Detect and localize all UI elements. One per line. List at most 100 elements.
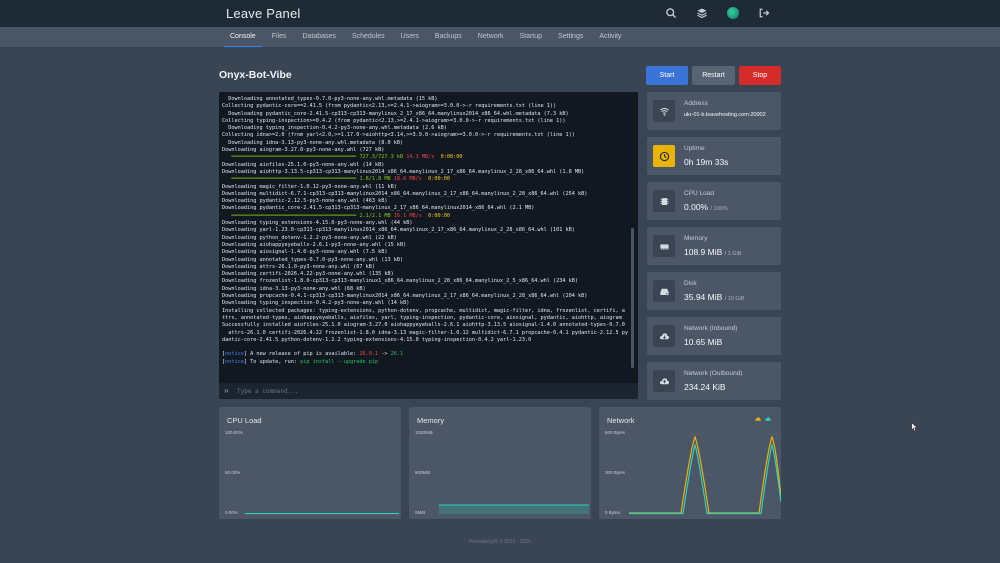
- progress-eta: 0:00:00: [425, 176, 451, 183]
- progress-eta: 0:00:00: [425, 212, 451, 219]
- tab-settings[interactable]: Settings: [550, 27, 591, 47]
- console-output[interactable]: Downloading annotated_types-0.7.0-py3-no…: [222, 96, 628, 376]
- progress-speed: 14.3 MB/s: [406, 154, 438, 161]
- stat-unit: / 10 GiB: [724, 296, 745, 302]
- logout-icon[interactable]: [757, 6, 771, 20]
- stat-label: Uptime: [684, 145, 705, 152]
- search-icon[interactable]: [664, 6, 678, 20]
- tab-databases[interactable]: Databases: [294, 27, 343, 47]
- stat-value: 10.65 MiB: [684, 337, 723, 347]
- console-line: ━━━━━━━━━━━━━━━━━━━━━━━━━━━━━━━━━━━━━━━━…: [222, 213, 628, 220]
- cloud-upload-icon: [653, 370, 675, 392]
- console-line: [notice] A new release of pip is availab…: [222, 351, 628, 358]
- cpu-graph: CPU Load 100.00% 50.00% 0.00%: [219, 407, 401, 519]
- console-line: Downloading typing_inspection-0.4.2-py3-…: [222, 300, 410, 307]
- cpu-icon: [653, 190, 675, 212]
- console-line: Downloading typing_extensions-4.15.0-py3…: [222, 220, 413, 227]
- console-line: Downloading pydantic_core-2.41.5-cp313-c…: [222, 110, 569, 117]
- footer-copyright: Pterodactyl® © 2015 - 2026: [469, 539, 531, 545]
- console-line: Downloading magic_filter-1.0.12-py3-none…: [222, 183, 397, 190]
- console-line: ttrs, annotated-types, aiohappyeyeballs,…: [222, 314, 622, 321]
- stat-value-group: 35.94 MiB / 10 GiB: [684, 292, 745, 302]
- stat-value[interactable]: ukr-01-b.leavehosting.com:20002: [684, 112, 766, 118]
- cloud-download-icon: [653, 325, 675, 347]
- top-actions: [664, 6, 771, 20]
- clock-icon: [653, 145, 675, 167]
- stat-address: Address ukr-01-b.leavehosting.com:20002: [647, 92, 781, 130]
- console-line: ━━━━━━━━━━━━━━━━━━━━━━━━━━━━━━━━━━━━━━━━…: [222, 154, 628, 161]
- stat-label: Address: [684, 100, 708, 107]
- stat-label: CPU Load: [684, 190, 714, 197]
- top-navbar: Leave Panel: [0, 0, 1000, 27]
- server-name: Onyx-Bot-Vibe: [219, 69, 292, 81]
- console-line: Downloading yarl-1.23.0-cp313-cp313-many…: [222, 227, 575, 234]
- console-line: ━━━━━━━━━━━━━━━━━━━━━━━━━━━━━━━━━━━━━━━━…: [222, 176, 628, 183]
- network-graph: Network 600 Bytes 300 Bytes 0 Bytes: [599, 407, 781, 519]
- progress-bar: ━━━━━━━━━━━━━━━━━━━━━━━━━━━━━━━━━━━━━━━━: [231, 176, 360, 183]
- console-line: Collecting typing-inspection>=0.4.2 (fro…: [222, 117, 566, 124]
- tab-startup[interactable]: Startup: [511, 27, 550, 47]
- progress-speed: 18.6 MB/s: [393, 176, 426, 183]
- progress-amount: 727.3/727.3 kB: [359, 154, 407, 161]
- console-line: Downloading aiofiles-25.1.0-py3-none-any…: [222, 161, 385, 168]
- console-line: [notice] To update, run: pip install --u…: [222, 359, 628, 366]
- stat-network-inbound: Network (Inbound) 10.65 MiB: [647, 317, 781, 355]
- progress-bar: ━━━━━━━━━━━━━━━━━━━━━━━━━━━━━━━━━━━━━━━━: [231, 154, 360, 161]
- stat-value: 0.00%: [684, 202, 709, 212]
- brand-title[interactable]: Leave Panel: [226, 6, 300, 21]
- console-line: Downloading idna-3.13-py3-none-any.whl.m…: [222, 139, 404, 146]
- stop-button[interactable]: Stop: [739, 66, 781, 85]
- stat-value: 108.9 MiB: [684, 247, 723, 257]
- console-line: Downloading annotated_types-0.7.0-py3-no…: [222, 96, 438, 102]
- console-line: Installing collected packages: typing-ex…: [222, 307, 625, 314]
- restart-button[interactable]: Restart: [692, 66, 735, 85]
- console-line: Downloading idna-3.13-py3-none-any.whl (…: [222, 285, 366, 292]
- notice-text: ] A new release of pip is available:: [243, 351, 360, 358]
- console-indent: [222, 176, 231, 182]
- console-scrollbar[interactable]: [631, 228, 634, 368]
- layers-icon[interactable]: [695, 6, 709, 20]
- console-line: Downloading aiohappyeyeballs-2.6.1-py3-n…: [222, 241, 407, 248]
- avatar[interactable]: [726, 6, 740, 20]
- wifi-icon: [653, 100, 675, 122]
- command-bar: »: [219, 383, 638, 399]
- mouse-cursor-icon: [911, 422, 917, 432]
- chevron-right-icon: »: [224, 386, 229, 395]
- memory-plot: [435, 433, 589, 514]
- progress-eta: 0:00:00: [437, 154, 463, 161]
- console-line: Downloading python_dotenv-1.2.2-py3-none…: [222, 234, 397, 241]
- console-line: Downloading pydantic_core-2.41.5-cp313-c…: [222, 205, 535, 212]
- console-line: attrs-26.1.0 certifi-2026.4.22 frozenlis…: [222, 329, 628, 336]
- notice-tag: notice: [225, 351, 244, 358]
- stat-value: 35.94 MiB: [684, 292, 723, 302]
- tab-network[interactable]: Network: [470, 27, 512, 47]
- stat-label: Disk: [684, 280, 697, 287]
- console-line: Downloading certifi-2026.4.22-py3-none-a…: [222, 271, 394, 278]
- start-button[interactable]: Start: [646, 66, 688, 85]
- tab-activity[interactable]: Activity: [591, 27, 629, 47]
- tab-console[interactable]: Console: [222, 27, 264, 47]
- memory-icon: [653, 235, 675, 257]
- cpu-plot: [245, 433, 399, 515]
- console-line: Downloading multidict-6.7.1-cp313-cp313-…: [222, 190, 588, 197]
- tab-files[interactable]: Files: [264, 27, 295, 47]
- tab-schedules[interactable]: Schedules: [344, 27, 393, 47]
- console-indent: [222, 154, 231, 160]
- tab-users[interactable]: Users: [393, 27, 427, 47]
- disk-icon: [653, 280, 675, 302]
- command-input[interactable]: [237, 385, 617, 397]
- stat-label: Network (Inbound): [684, 325, 738, 332]
- pip-old-version: 26.0.1: [359, 351, 379, 358]
- server-subnav: Console Files Databases Schedules Users …: [0, 27, 1000, 47]
- console-line: Downloading attrs-26.1.0-py3-none-any.wh…: [222, 263, 376, 270]
- tab-list: Console Files Databases Schedules Users …: [222, 27, 630, 47]
- tab-backups[interactable]: Backups: [427, 27, 470, 47]
- console-line: Downloading aiosignal-1.4.0-py3-none-any…: [222, 249, 388, 256]
- console-panel: Downloading annotated_types-0.7.0-py3-no…: [219, 92, 638, 399]
- console-line: Downloading aiohttp-3.13.5-cp313-cp313-m…: [222, 168, 585, 175]
- stat-value: 0h 19m 33s: [684, 157, 729, 167]
- notice-text: ] To update, run:: [243, 358, 301, 365]
- stat-unit: / 100%: [710, 206, 728, 212]
- stat-cpu: CPU Load 0.00% / 100%: [647, 182, 781, 220]
